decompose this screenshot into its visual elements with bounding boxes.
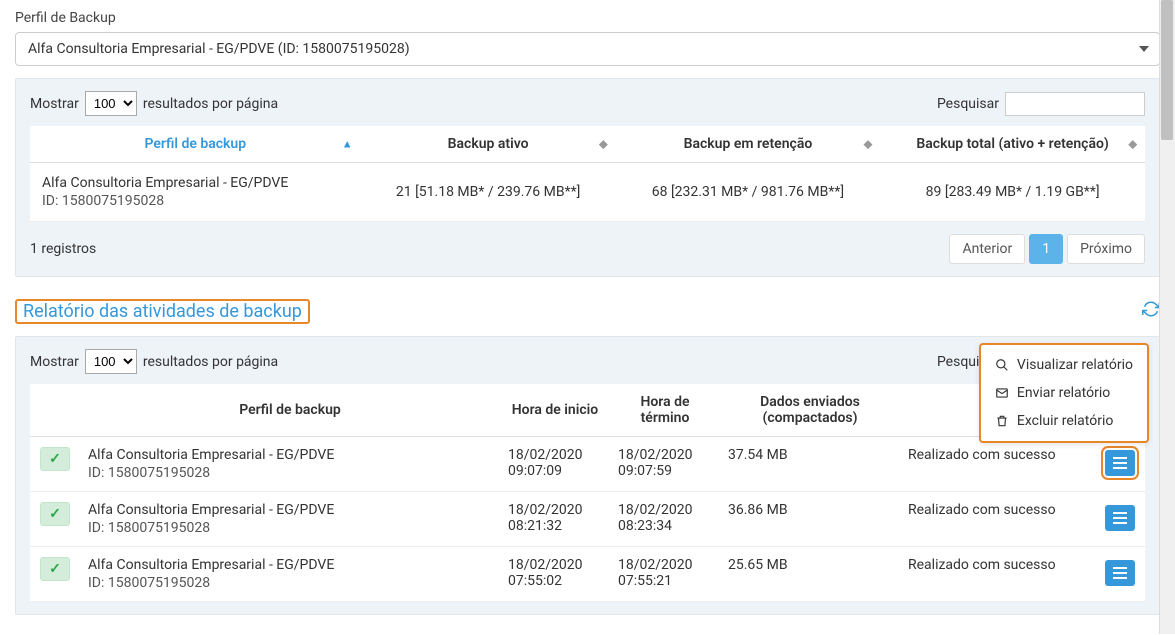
success-check-icon: ✓ xyxy=(40,447,70,471)
row-action-menu: Visualizar relatório Enviar relatório Ex… xyxy=(979,343,1149,443)
menu-icon xyxy=(1113,457,1127,469)
table-row: Alfa Consultoria Empresarial - EG/PDVE I… xyxy=(30,163,1145,222)
page-size-select[interactable]: 100 xyxy=(85,91,137,116)
search-input[interactable] xyxy=(1005,92,1145,116)
start-date: 18/02/2020 xyxy=(508,557,602,573)
success-check-icon: ✓ xyxy=(40,557,70,581)
col-retention-header[interactable]: Backup em retenção ◆ xyxy=(616,126,881,163)
row-actions-button[interactable] xyxy=(1105,560,1135,586)
col-total-header[interactable]: Backup total (ativo + retenção) ◆ xyxy=(880,126,1145,163)
trash-icon xyxy=(995,414,1009,428)
records-info: 1 registros xyxy=(30,241,96,257)
status-text: Realizado com sucesso xyxy=(900,547,1095,602)
menu-delete-report[interactable]: Excluir relatório xyxy=(981,407,1147,435)
summary-table: Perfil de backup ▲ Backup ativo ◆ Backup… xyxy=(30,126,1145,222)
col-data-header[interactable]: Dados enviados (compactados) xyxy=(720,384,900,437)
end-date: 18/02/2020 xyxy=(618,502,712,518)
data-sent: 25.65 MB xyxy=(720,547,900,602)
data-sent: 37.54 MB xyxy=(720,437,900,492)
profile-select-value: Alfa Consultoria Empresarial - EG/PDVE (… xyxy=(28,41,410,57)
profile-name: Alfa Consultoria Empresarial - EG/PDVE xyxy=(42,175,349,191)
active-value: 21 [51.18 MB* / 239.76 MB**] xyxy=(361,163,616,222)
table-row: ✓ Alfa Consultoria Empresarial - EG/PDVE I… xyxy=(30,547,1145,602)
profile-label: Perfil de Backup xyxy=(15,10,1160,26)
per-page-label-2: resultados por página xyxy=(143,354,278,370)
col-active-header[interactable]: Backup ativo ◆ xyxy=(361,126,616,163)
start-time: 07:55:02 xyxy=(508,573,602,589)
pager-next[interactable]: Próximo xyxy=(1067,234,1145,264)
menu-send-report[interactable]: Enviar relatório xyxy=(981,379,1147,407)
col-check-header xyxy=(30,384,80,437)
col-profile-header-2[interactable]: Perfil de backup xyxy=(80,384,500,437)
sort-icon: ◆ xyxy=(1129,138,1137,151)
start-time: 09:07:09 xyxy=(508,463,602,479)
sort-asc-icon: ▲ xyxy=(342,138,353,151)
magnifier-icon xyxy=(995,358,1009,372)
total-value: 89 [283.49 MB* / 1.19 GB**] xyxy=(880,163,1145,222)
refresh-icon xyxy=(1142,300,1160,318)
refresh-button[interactable] xyxy=(1142,300,1160,323)
col-end-header[interactable]: Hora de término xyxy=(610,384,720,437)
menu-icon xyxy=(1113,512,1127,524)
table-row: ✓ Alfa Consultoria Empresarial - EG/PDVE I… xyxy=(30,437,1145,492)
start-date: 18/02/2020 xyxy=(508,447,602,463)
col-profile-header[interactable]: Perfil de backup ▲ xyxy=(30,126,361,163)
profile-id: ID: 1580075195028 xyxy=(88,520,492,536)
row-actions-button[interactable] xyxy=(1105,450,1135,476)
end-date: 18/02/2020 xyxy=(618,447,712,463)
col-start-header[interactable]: Hora de inicio xyxy=(500,384,610,437)
menu-icon xyxy=(1113,567,1127,579)
table-row: ✓ Alfa Consultoria Empresarial - EG/PDVE I… xyxy=(30,492,1145,547)
page-size-select-2[interactable]: 100 xyxy=(85,349,137,374)
per-page-label: resultados por página xyxy=(143,96,278,112)
show-label: Mostrar xyxy=(30,96,79,112)
profile-select[interactable]: Alfa Consultoria Empresarial - EG/PDVE (… xyxy=(15,32,1160,66)
end-time: 08:23:34 xyxy=(618,518,712,534)
show-label-2: Mostrar xyxy=(30,354,79,370)
success-check-icon: ✓ xyxy=(40,502,70,526)
end-time: 09:07:59 xyxy=(618,463,712,479)
profile-name: Alfa Consultoria Empresarial - EG/PDVE xyxy=(88,447,492,463)
data-sent: 36.86 MB xyxy=(720,492,900,547)
start-time: 08:21:32 xyxy=(508,518,602,534)
envelope-icon xyxy=(995,386,1009,400)
activities-table: Perfil de backup Hora de inicio Hora de … xyxy=(30,384,1145,602)
retention-value: 68 [232.31 MB* / 981.76 MB**] xyxy=(616,163,881,222)
activities-title: Relatório das atividades de backup xyxy=(17,297,308,326)
profile-name: Alfa Consultoria Empresarial - EG/PDVE xyxy=(88,502,492,518)
search-label: Pesquisar xyxy=(937,96,999,112)
end-date: 18/02/2020 xyxy=(618,557,712,573)
end-time: 07:55:21 xyxy=(618,573,712,589)
menu-view-report[interactable]: Visualizar relatório xyxy=(981,351,1147,379)
status-text: Realizado com sucesso xyxy=(900,492,1095,547)
row-actions-button[interactable] xyxy=(1105,505,1135,531)
profile-id: ID: 1580075195028 xyxy=(42,193,349,209)
status-text: Realizado com sucesso xyxy=(900,437,1095,492)
sort-icon: ◆ xyxy=(599,138,607,151)
pager-page-1[interactable]: 1 xyxy=(1029,234,1063,264)
scrollbar[interactable] xyxy=(1159,0,1175,634)
profile-id: ID: 1580075195028 xyxy=(88,465,492,481)
sort-icon: ◆ xyxy=(864,138,872,151)
start-date: 18/02/2020 xyxy=(508,502,602,518)
profile-name: Alfa Consultoria Empresarial - EG/PDVE xyxy=(88,557,492,573)
caret-down-icon xyxy=(1139,46,1149,52)
scrollbar-thumb[interactable] xyxy=(1161,0,1173,140)
profile-id: ID: 1580075195028 xyxy=(88,575,492,591)
pager-prev[interactable]: Anterior xyxy=(949,234,1025,264)
